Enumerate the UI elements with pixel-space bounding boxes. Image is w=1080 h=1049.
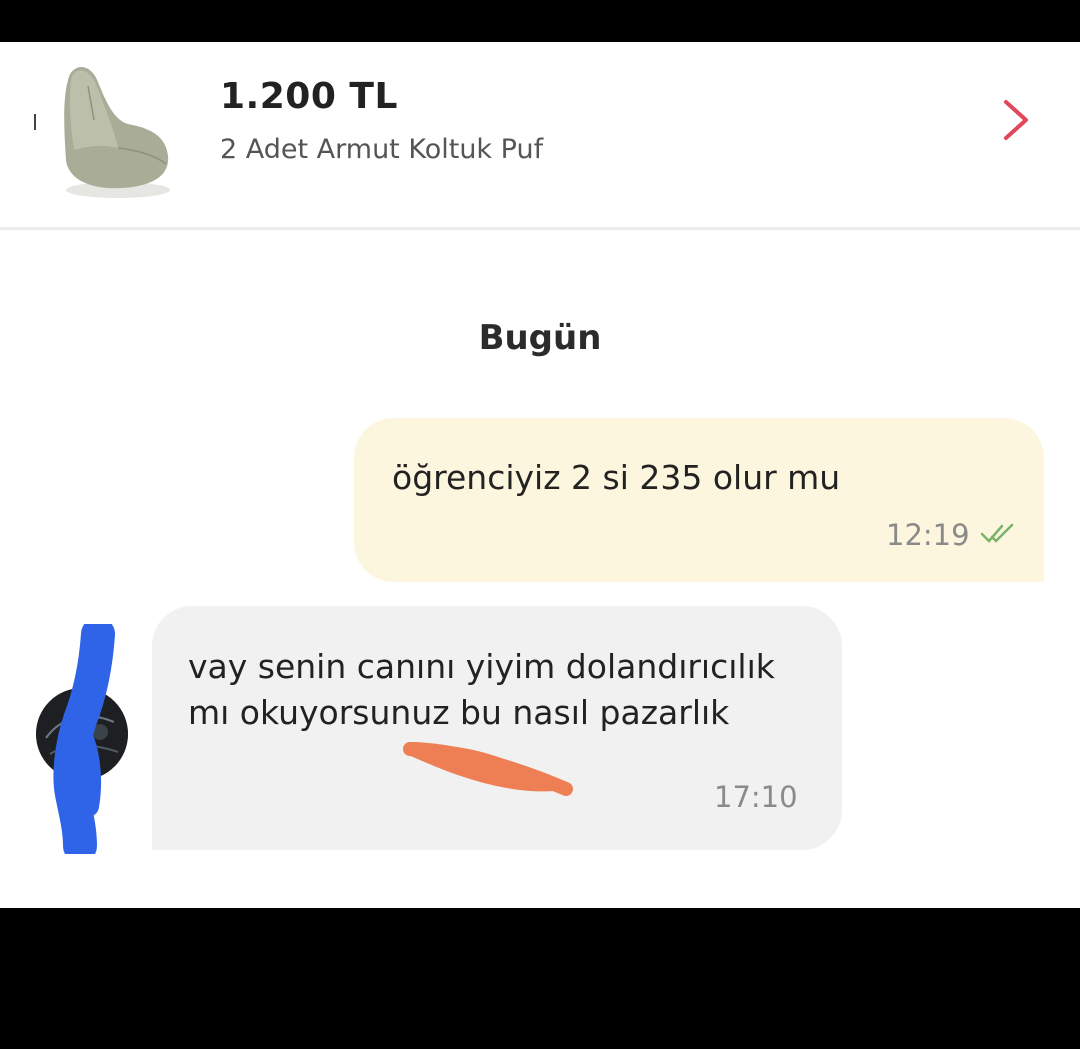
double-check-icon: [980, 523, 1014, 543]
message-text: öğrenciyiz 2 si 235 olur mu: [392, 458, 841, 497]
date-separator: Bugün: [478, 318, 602, 358]
open-product-button[interactable]: [990, 94, 1042, 146]
product-price: 1.200 TL: [220, 76, 398, 117]
product-title: 2 Adet Armut Koltuk Puf: [220, 134, 544, 165]
message-time: 17:10: [714, 780, 798, 814]
outgoing-message-bubble[interactable]: öğrenciyiz 2 si 235 olur mu 12:19: [354, 418, 1044, 582]
divider-mark: [34, 114, 36, 130]
redaction-scribble-orange: [403, 742, 573, 796]
redaction-scribble-blue: [53, 624, 115, 854]
chevron-right-icon: [1004, 100, 1028, 140]
incoming-message-bubble[interactable]: vay senin canını yiyim dolandırıcılık mı…: [152, 606, 842, 850]
product-header[interactable]: 1.200 TL 2 Adet Armut Koltuk Puf: [0, 42, 1080, 230]
message-time: 12:19: [886, 518, 970, 552]
message-text: vay senin canını yiyim dolandırıcılık mı…: [188, 647, 775, 732]
beanbag-chair-image: [64, 67, 170, 198]
